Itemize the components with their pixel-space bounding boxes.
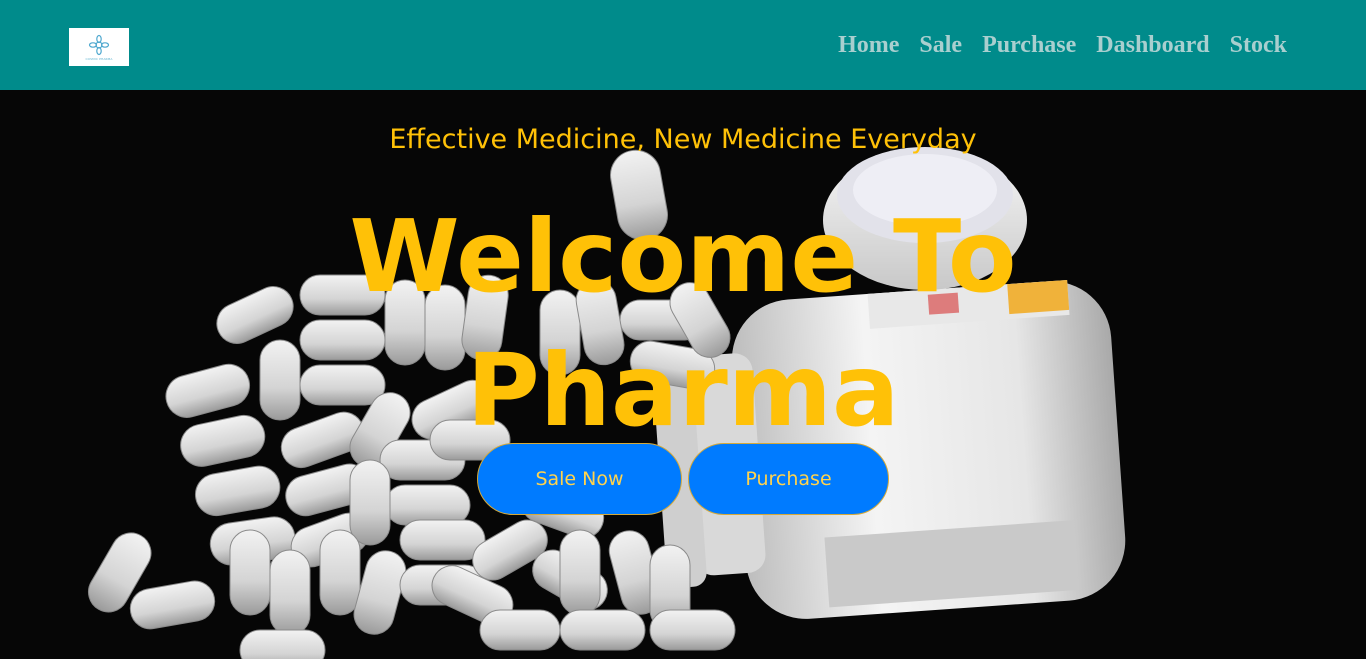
hero-headline: Welcome To Pharma (349, 198, 1017, 449)
hero-tagline: Effective Medicine, New Medicine Everyda… (389, 124, 977, 155)
logo[interactable]: COSMIC PHARMA (69, 28, 129, 66)
nav-home[interactable]: Home (838, 33, 899, 57)
sale-now-button[interactable]: Sale Now (477, 443, 682, 515)
navbar: COSMIC PHARMA Home Sale Purchase Dashboa… (0, 0, 1366, 90)
nav-purchase[interactable]: Purchase (982, 33, 1076, 57)
nav-sale[interactable]: Sale (919, 33, 962, 57)
nav-dashboard[interactable]: Dashboard (1096, 33, 1209, 57)
hero-section: Effective Medicine, New Medicine Everyda… (0, 90, 1366, 659)
logo-text: COSMIC PHARMA (85, 56, 113, 61)
nav-stock[interactable]: Stock (1230, 33, 1287, 57)
flower-logo-icon (88, 34, 110, 55)
main-nav: Home Sale Purchase Dashboard Stock (838, 28, 1287, 62)
purchase-button[interactable]: Purchase (688, 443, 889, 515)
